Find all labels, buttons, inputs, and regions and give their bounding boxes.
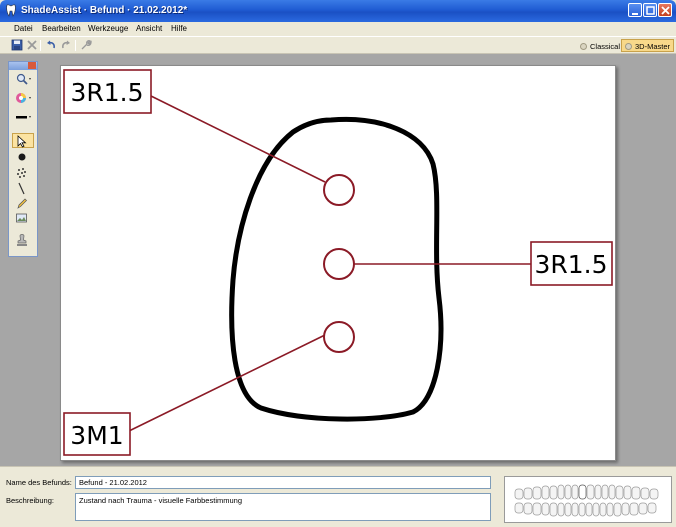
tool-spray[interactable] xyxy=(12,166,34,181)
name-label: Name des Befunds: xyxy=(6,478,72,487)
circle-dot-icon xyxy=(18,153,26,161)
tool-line[interactable] xyxy=(12,181,34,196)
select-arrow-icon xyxy=(17,135,27,148)
mode-classical-label: Classical xyxy=(590,42,621,51)
spray-icon xyxy=(17,168,26,178)
app-icon xyxy=(6,4,16,17)
redo-icon[interactable] xyxy=(60,39,72,51)
upper-teeth xyxy=(514,484,659,500)
leader-line-top xyxy=(150,95,326,183)
shade-label-middle: 3R1.5 xyxy=(534,250,607,279)
toolbar: Classical 3D-Master xyxy=(0,36,676,54)
tool-select[interactable] xyxy=(12,133,34,148)
tool-image[interactable] xyxy=(12,211,34,226)
mode-3dmaster-button[interactable]: 3D-Master xyxy=(621,39,675,52)
shade-marker-top[interactable] xyxy=(323,174,355,206)
menu-bar: Datei Bearbeiten Werkzeuge Ansicht Hilfe xyxy=(0,22,676,36)
minimize-icon xyxy=(632,13,638,15)
shade-label-top: 3R1.5 xyxy=(70,78,143,107)
drawing-canvas[interactable]: 3R1.5 3R1.5 3M1 xyxy=(60,65,616,461)
menu-hilfe[interactable]: Hilfe xyxy=(171,24,187,33)
teeth-chart-svg xyxy=(514,484,659,517)
tool-color[interactable] xyxy=(12,91,34,106)
3dmaster-icon xyxy=(625,43,632,50)
lower-teeth xyxy=(514,502,657,517)
description-label: Beschreibung: xyxy=(6,496,54,505)
tool-zoom[interactable] xyxy=(12,72,34,87)
mode-classical-button[interactable]: Classical xyxy=(576,39,624,52)
maximize-button[interactable] xyxy=(643,3,657,17)
classical-icon xyxy=(580,43,587,50)
toolbar-separator xyxy=(75,40,76,51)
tool-stamp[interactable] xyxy=(12,233,34,248)
tool-pen[interactable] xyxy=(12,196,34,211)
drawing-svg[interactable]: 3R1.5 3R1.5 3M1 xyxy=(61,66,617,462)
description-input[interactable]: Zustand nach Trauma - visuelle Farbbesti… xyxy=(75,493,491,521)
line-width-icon xyxy=(16,116,31,119)
minimize-button[interactable] xyxy=(628,3,642,17)
image-icon xyxy=(16,213,27,223)
mode-3dmaster-label: 3D-Master xyxy=(635,42,671,51)
palette-close-button[interactable] xyxy=(28,62,36,69)
close-button[interactable] xyxy=(658,3,672,17)
window-title: ShadeAssist · Befund · 21.02.2012* xyxy=(21,5,188,16)
tool-palette xyxy=(8,61,38,257)
stamp-icon xyxy=(17,234,27,246)
save-icon[interactable] xyxy=(11,39,23,51)
color-wheel-icon xyxy=(16,93,31,103)
zoom-icon xyxy=(16,73,31,85)
delete-icon[interactable] xyxy=(26,39,38,51)
dental-chart[interactable] xyxy=(504,476,672,523)
line-icon xyxy=(18,182,25,195)
tools-icon[interactable] xyxy=(80,39,92,51)
menu-datei[interactable]: Datei xyxy=(14,24,33,33)
menu-ansicht[interactable]: Ansicht xyxy=(136,24,162,33)
pen-icon xyxy=(17,198,27,209)
close-icon xyxy=(661,6,670,15)
maximize-icon xyxy=(646,6,655,15)
shade-label-bottom: 3M1 xyxy=(70,421,123,450)
tool-circle[interactable] xyxy=(12,150,34,165)
undo-icon[interactable] xyxy=(45,39,57,51)
menu-bearbeiten[interactable]: Bearbeiten xyxy=(42,24,81,33)
shade-marker-middle[interactable] xyxy=(323,248,355,280)
name-input[interactable] xyxy=(75,476,491,489)
toolbar-separator xyxy=(40,40,41,51)
shade-marker-bottom[interactable] xyxy=(323,321,355,353)
title-bar: ShadeAssist · Befund · 21.02.2012* xyxy=(0,0,676,22)
menu-werkzeuge[interactable]: Werkzeuge xyxy=(88,24,128,33)
tool-line-width[interactable] xyxy=(12,110,34,125)
